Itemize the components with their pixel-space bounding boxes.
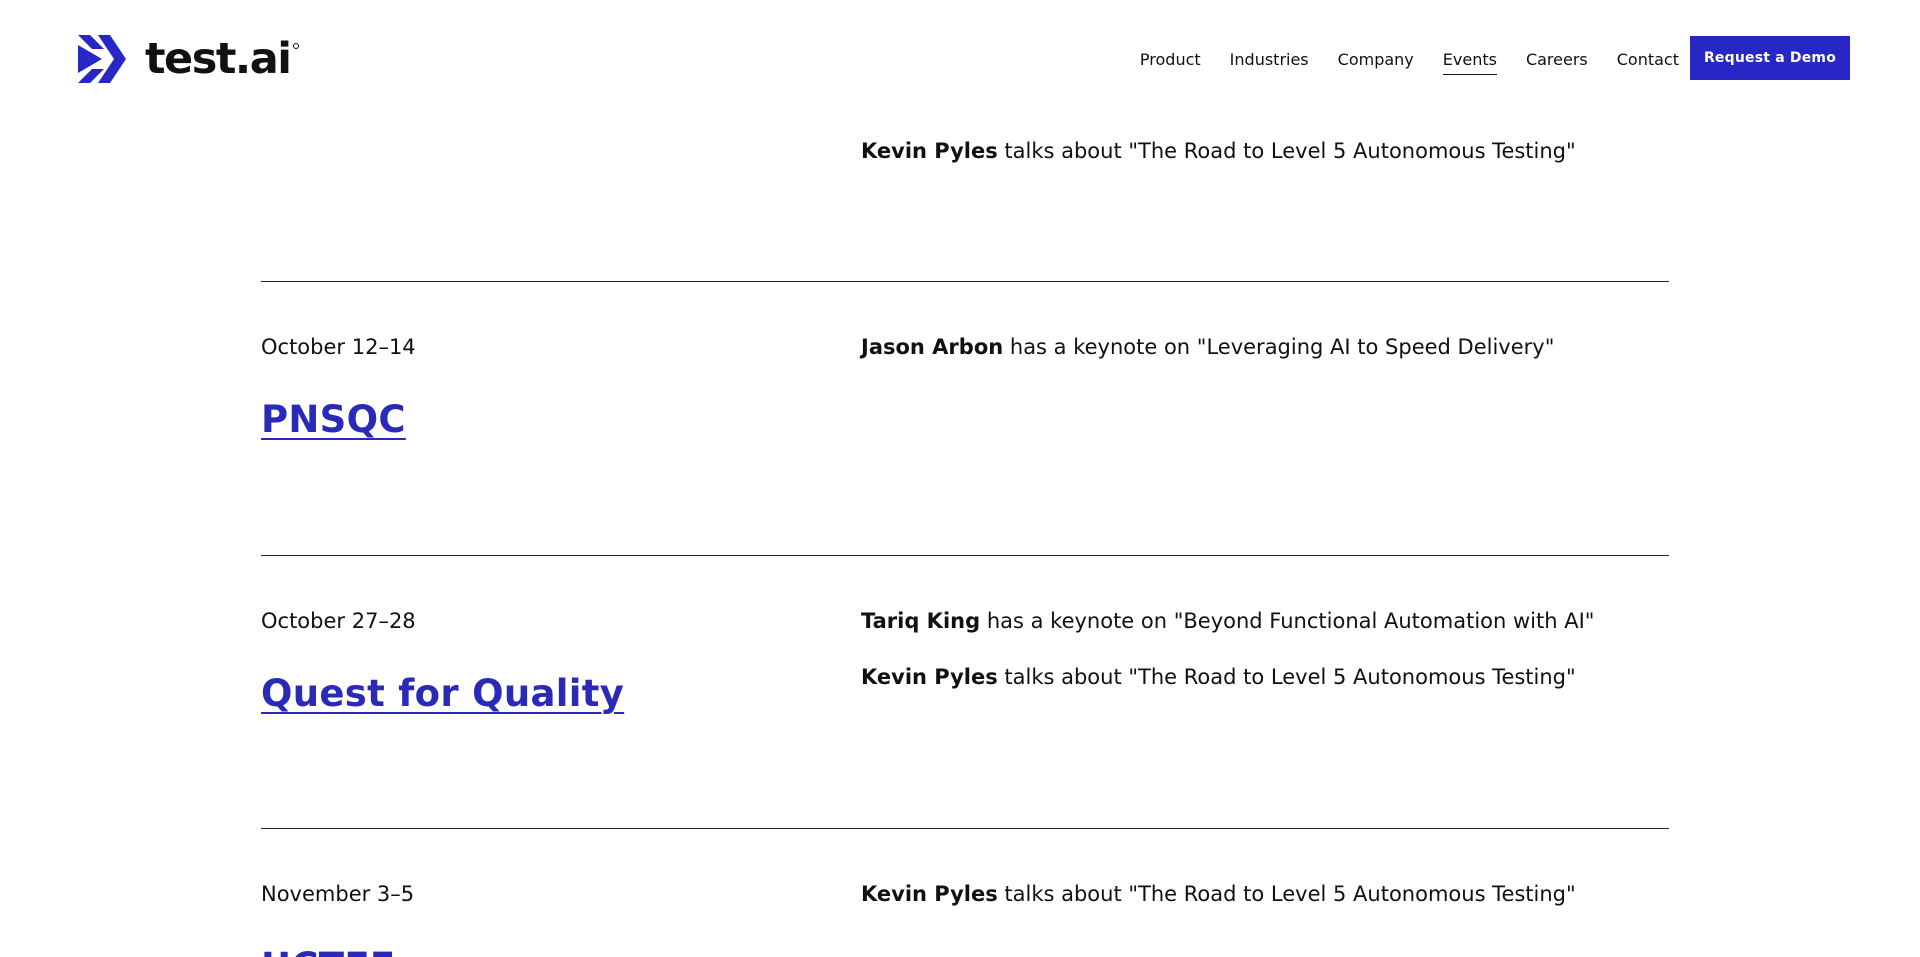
nav-company[interactable]: Company bbox=[1338, 46, 1414, 75]
speaker-name: Tariq King bbox=[861, 609, 981, 633]
event-date: October 12–14 bbox=[261, 335, 416, 359]
speaker-name: Jason Arbon bbox=[861, 335, 1004, 359]
event-title-link[interactable]: PNSQC bbox=[261, 395, 406, 445]
speaker-line: Kevin Pyles talks about "The Road to Lev… bbox=[861, 879, 1576, 909]
event-title-link[interactable]: UCTEE bbox=[261, 942, 396, 957]
logo-link[interactable]: test.ai bbox=[78, 34, 300, 84]
speaker-name: Kevin Pyles bbox=[861, 665, 998, 689]
nav-contact[interactable]: Contact bbox=[1617, 46, 1679, 75]
nav-careers[interactable]: Careers bbox=[1526, 46, 1588, 75]
nav-product[interactable]: Product bbox=[1140, 46, 1201, 75]
logo-chevron-icon bbox=[78, 35, 126, 83]
speaker-line: Kevin Pyles talks about "The Road to Lev… bbox=[861, 136, 1576, 166]
request-demo-button[interactable]: Request a Demo bbox=[1690, 36, 1850, 80]
event-divider bbox=[261, 281, 1669, 282]
main-nav: Product Industries Company Events Career… bbox=[1111, 46, 1679, 75]
speaker-talk: talks about "The Road to Level 5 Autonom… bbox=[997, 139, 1576, 163]
event-divider bbox=[261, 555, 1669, 556]
logo-text: test.ai bbox=[145, 34, 292, 84]
nav-events[interactable]: Events bbox=[1442, 46, 1497, 75]
speaker-talk: talks about "The Road to Level 5 Autonom… bbox=[997, 882, 1576, 906]
speaker-line: Tariq King has a keynote on "Beyond Func… bbox=[861, 606, 1594, 636]
logo-wordmark: test.ai bbox=[145, 34, 300, 84]
event-divider bbox=[261, 828, 1669, 829]
event-date: October 27–28 bbox=[261, 609, 416, 633]
speaker-talk: has a keynote on "Beyond Functional Auto… bbox=[980, 609, 1595, 633]
registered-mark-icon bbox=[293, 43, 300, 49]
speaker-talk: has a keynote on "Leveraging AI to Speed… bbox=[1003, 335, 1555, 359]
nav-industries[interactable]: Industries bbox=[1230, 46, 1309, 75]
event-date: November 3–5 bbox=[261, 882, 415, 906]
events-page: test.ai Product Industries Company Event… bbox=[0, 0, 1920, 957]
speaker-name: Kevin Pyles bbox=[861, 139, 998, 163]
site-header: test.ai Product Industries Company Event… bbox=[0, 0, 1920, 120]
speaker-line: Jason Arbon has a keynote on "Leveraging… bbox=[861, 332, 1554, 362]
speaker-line: Kevin Pyles talks about "The Road to Lev… bbox=[861, 662, 1576, 692]
speaker-talk: talks about "The Road to Level 5 Autonom… bbox=[997, 665, 1576, 689]
speaker-name: Kevin Pyles bbox=[861, 882, 998, 906]
event-title-link[interactable]: Quest for Quality bbox=[261, 669, 624, 719]
